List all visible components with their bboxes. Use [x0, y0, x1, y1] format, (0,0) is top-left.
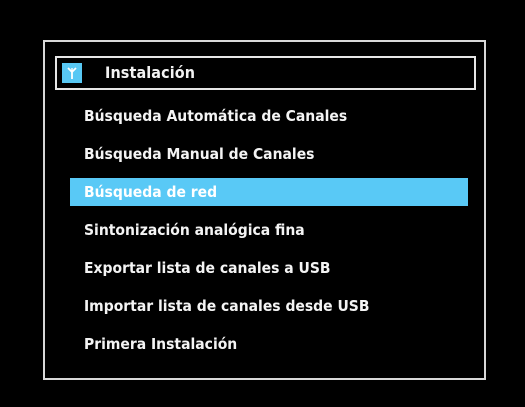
menu-item-first-installation[interactable]: Primera Instalación: [70, 330, 468, 358]
menu-title-bar: Instalación: [55, 56, 476, 90]
installation-menu-panel: [43, 40, 486, 380]
menu-item-network-search[interactable]: Búsqueda de red: [70, 178, 468, 206]
menu-item-automatic-channel-search[interactable]: Búsqueda Automática de Canales: [70, 102, 468, 130]
menu-title: Instalación: [105, 63, 196, 82]
antenna-icon: [62, 63, 82, 83]
menu-item-export-channel-list[interactable]: Exportar lista de canales a USB: [70, 254, 468, 282]
menu-item-analog-fine-tuning[interactable]: Sintonización analógica fina: [70, 216, 468, 244]
menu-item-import-channel-list[interactable]: Importar lista de canales desde USB: [70, 292, 468, 320]
menu-item-manual-channel-search[interactable]: Búsqueda Manual de Canales: [70, 140, 468, 168]
tv-screen: Instalación Búsqueda Automática de Canal…: [0, 0, 525, 407]
